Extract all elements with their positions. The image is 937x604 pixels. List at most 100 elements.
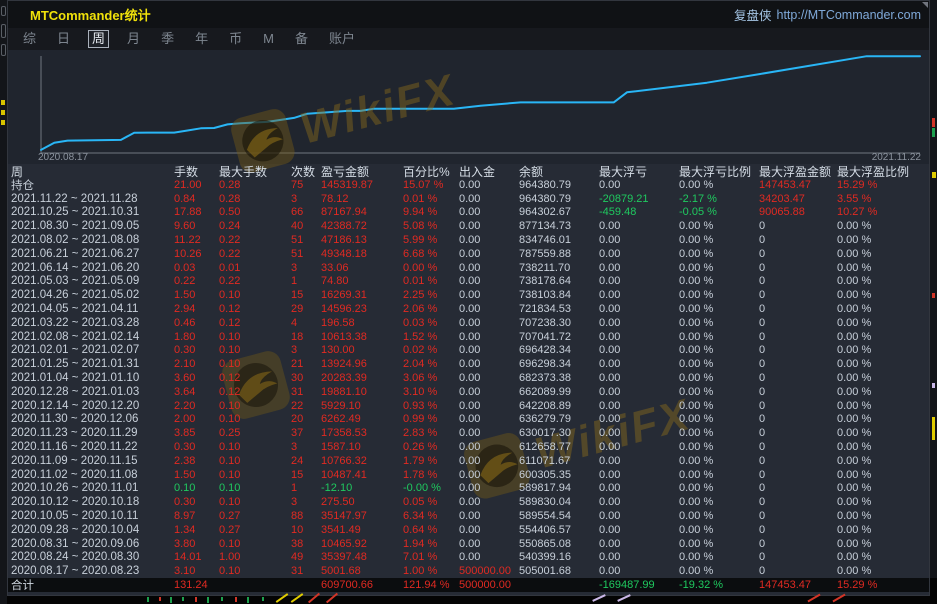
cell: 0 <box>759 303 837 315</box>
table-row[interactable]: 2021.03.22 ~ 2021.03.280.460.124196.580.… <box>8 316 929 330</box>
stats-table: 周手数最大手数次数盈亏金额百分比%出入金余额最大浮亏最大浮亏比例最大浮盈金额最大… <box>8 164 929 592</box>
background-chart-tick <box>235 597 237 602</box>
table-row[interactable]: 2020.10.05 ~ 2020.10.118.970.278835147.9… <box>8 509 929 523</box>
cell: 147453.47 <box>759 179 837 191</box>
table-row[interactable]: 2020.11.16 ~ 2020.11.220.300.1031587.100… <box>8 440 929 454</box>
menu-tab-币[interactable]: 币 <box>226 31 245 47</box>
menu-tab-月[interactable]: 月 <box>124 31 143 47</box>
table-row[interactable]: 2021.06.21 ~ 2021.06.2710.260.225149348.… <box>8 247 929 261</box>
brand-url-link[interactable]: http://MTCommander.com <box>777 8 922 22</box>
cell: 0 <box>759 234 837 246</box>
menu-tab-日[interactable]: 日 <box>54 31 73 47</box>
cell: 0.00 % <box>679 331 759 343</box>
table-row[interactable]: 2021.02.08 ~ 2021.02.141.800.101810613.3… <box>8 330 929 344</box>
column-header-最大浮盈比例[interactable]: 最大浮盈比例 <box>837 163 929 180</box>
cell: 0.00 % <box>679 551 759 563</box>
cell: 554406.57 <box>519 524 599 536</box>
menu-tab-备[interactable]: 备 <box>292 31 311 47</box>
menu-tab-综[interactable]: 综 <box>20 31 39 47</box>
column-header-最大浮亏比例[interactable]: 最大浮亏比例 <box>679 163 759 180</box>
total-row[interactable]: 合计131.24609700.66121.94 %500000.00-16948… <box>8 578 929 592</box>
cell: 147453.47 <box>759 579 837 591</box>
column-header-最大浮盈金额[interactable]: 最大浮盈金额 <box>759 163 837 180</box>
table-row[interactable]: 2020.11.30 ~ 2020.12.062.000.10206262.49… <box>8 413 929 427</box>
cell: 2021.04.05 ~ 2021.04.11 <box>11 303 174 315</box>
table-row[interactable]: 2021.10.25 ~ 2021.10.3117.880.506687167.… <box>8 206 929 220</box>
table-row[interactable]: 2020.10.26 ~ 2020.11.010.100.101-12.10-0… <box>8 482 929 496</box>
cell: 2021.03.22 ~ 2021.03.28 <box>11 317 174 329</box>
cell: -0.00 % <box>403 482 459 494</box>
menu-tab-账户[interactable]: 账户 <box>326 31 358 47</box>
cell: 5.08 % <box>403 220 459 232</box>
cell: 47186.13 <box>321 234 403 246</box>
cell: 2020.11.16 ~ 2020.11.22 <box>11 441 174 453</box>
table-row[interactable]: 2020.08.24 ~ 2020.08.3014.011.004935397.… <box>8 551 929 565</box>
column-header-手数[interactable]: 手数 <box>174 163 219 180</box>
table-row[interactable]: 2020.08.17 ~ 2020.08.233.100.10315001.68… <box>8 564 929 578</box>
cell: 3.60 <box>174 372 219 384</box>
table-row[interactable]: 2020.08.31 ~ 2020.09.063.800.103810465.9… <box>8 537 929 551</box>
table-row[interactable]: 2021.04.26 ~ 2021.05.021.500.101516269.3… <box>8 288 929 302</box>
cell: 0.01 % <box>403 275 459 287</box>
cell: 2021.08.30 ~ 2021.09.05 <box>11 220 174 232</box>
cell: 2.06 % <box>403 303 459 315</box>
column-header-最大手数[interactable]: 最大手数 <box>219 163 291 180</box>
column-header-最大浮亏[interactable]: 最大浮亏 <box>599 163 679 180</box>
cell: 0.00 % <box>837 331 929 343</box>
table-row[interactable]: 2021.04.05 ~ 2021.04.112.940.122914596.2… <box>8 302 929 316</box>
menu-tab-年[interactable]: 年 <box>192 31 211 47</box>
cell: 0.00 % <box>679 524 759 536</box>
menu-tab-M[interactable]: M <box>260 31 277 47</box>
column-header-盈亏金额[interactable]: 盈亏金额 <box>321 163 403 180</box>
table-row[interactable]: 2020.11.02 ~ 2020.11.081.500.101510487.4… <box>8 468 929 482</box>
cell: 0.00 <box>599 469 679 481</box>
table-row[interactable]: 2021.05.03 ~ 2021.05.090.220.22174.800.0… <box>8 275 929 289</box>
column-header-次数[interactable]: 次数 <box>291 163 321 180</box>
table-row[interactable]: 2020.11.09 ~ 2020.11.152.380.102410766.3… <box>8 454 929 468</box>
menu-tab-季[interactable]: 季 <box>158 31 177 47</box>
column-header-出入金[interactable]: 出入金 <box>459 163 519 180</box>
cell: 0 <box>759 372 837 384</box>
table-row[interactable]: 2020.10.12 ~ 2020.10.180.300.103275.500.… <box>8 495 929 509</box>
cell: 2021.06.21 ~ 2021.06.27 <box>11 248 174 260</box>
cell: 0.22 <box>174 275 219 287</box>
table-row[interactable]: 2020.12.28 ~ 2021.01.033.640.123119881.1… <box>8 385 929 399</box>
column-header-余额[interactable]: 余额 <box>519 163 599 180</box>
table-row[interactable]: 2021.11.22 ~ 2021.11.280.840.28378.120.0… <box>8 192 929 206</box>
table-row[interactable]: 2021.02.01 ~ 2021.02.070.300.103130.000.… <box>8 344 929 358</box>
cell: 0.00 <box>459 234 519 246</box>
cell: 78.12 <box>321 193 403 205</box>
table-row[interactable]: 2021.08.02 ~ 2021.08.0811.220.225147186.… <box>8 233 929 247</box>
cell: 0.00 % <box>679 262 759 274</box>
cell: 2020.11.09 ~ 2020.11.15 <box>11 455 174 467</box>
cell: 3 <box>291 193 321 205</box>
cell: 21.00 <box>174 179 219 191</box>
cell: 2020.09.28 ~ 2020.10.04 <box>11 524 174 536</box>
table-row[interactable]: 2021.01.04 ~ 2021.01.103.600.123020283.3… <box>8 371 929 385</box>
cell: 22 <box>291 400 321 412</box>
column-header-百分比%[interactable]: 百分比% <box>403 163 459 180</box>
table-row[interactable]: 2020.09.28 ~ 2020.10.041.340.27103541.49… <box>8 523 929 537</box>
menu-tab-周[interactable]: 周 <box>88 30 109 48</box>
cell: 0.22 <box>219 275 291 287</box>
table-row[interactable]: 2021.01.25 ~ 2021.01.312.100.102113924.9… <box>8 357 929 371</box>
cell: 0 <box>759 565 837 577</box>
cell: 19881.10 <box>321 386 403 398</box>
cell: 0.93 % <box>403 400 459 412</box>
equity-chart: 2020.08.17 2021.11.22 <box>8 50 929 164</box>
table-row[interactable]: 持仓21.000.2875145319.8715.07 %0.00964380.… <box>8 178 929 192</box>
table-row[interactable]: 2020.12.14 ~ 2020.12.202.200.10225929.10… <box>8 399 929 413</box>
cell: 0.26 % <box>403 441 459 453</box>
table-row[interactable]: 2021.08.30 ~ 2021.09.059.600.244042388.7… <box>8 219 929 233</box>
cell: 0.00 <box>459 344 519 356</box>
resize-corner-icon[interactable] <box>922 2 928 8</box>
cell: 3 <box>291 496 321 508</box>
background-chart-tick <box>159 597 161 601</box>
cell: 0.99 % <box>403 413 459 425</box>
cell: 7.01 % <box>403 551 459 563</box>
background-button-icon <box>1 24 6 38</box>
table-row[interactable]: 2020.11.23 ~ 2020.11.293.850.253717358.5… <box>8 426 929 440</box>
cell: 0.00 % <box>837 510 929 522</box>
cell: 275.50 <box>321 496 403 508</box>
table-row[interactable]: 2021.06.14 ~ 2021.06.200.030.01333.060.0… <box>8 261 929 275</box>
